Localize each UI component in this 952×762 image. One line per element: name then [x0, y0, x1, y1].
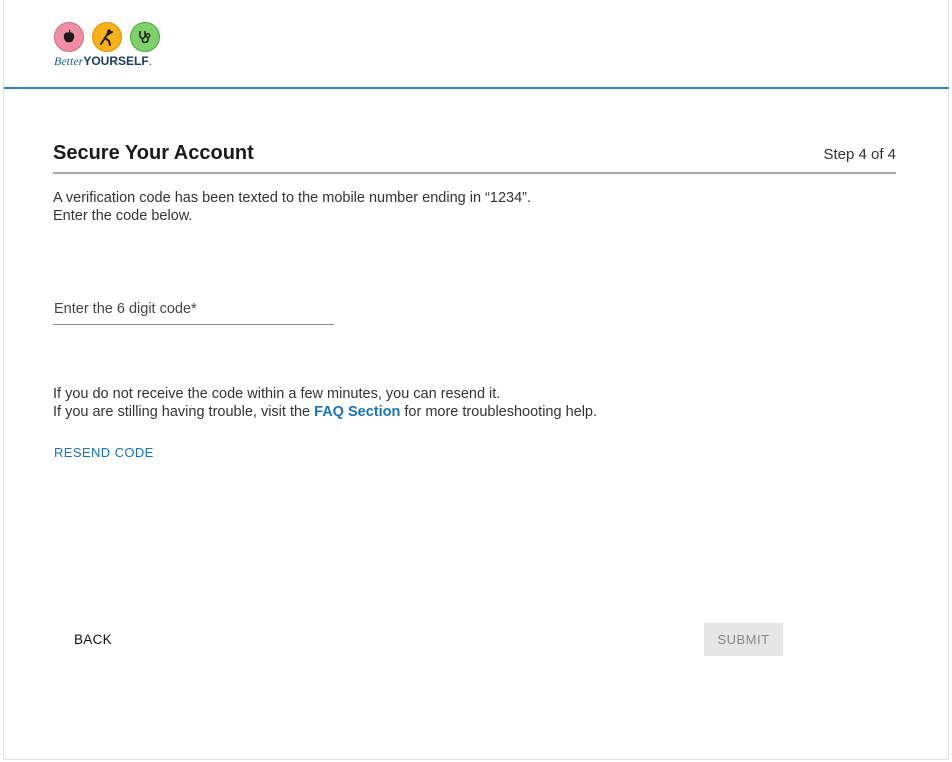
page-frame [3, 0, 949, 760]
verification-code-field [53, 298, 336, 325]
brand-logo-icons [54, 22, 160, 52]
brand-name-yourself: YOURSELF [83, 54, 149, 68]
brand-name-dot: . [148, 54, 153, 68]
submit-button[interactable]: SUBMIT [704, 623, 783, 656]
faq-link[interactable]: FAQ Section [314, 404, 400, 420]
help-text: If you do not receive the code within a … [53, 385, 597, 421]
verification-code-input[interactable] [53, 298, 336, 320]
help-line-2-suffix: for more troubleshooting help. [400, 404, 598, 420]
instructions-line-2: Enter the code below. [53, 208, 193, 224]
page-title: Secure Your Account [53, 142, 254, 164]
help-line-2-prefix: If you are stilling having trouble, visi… [53, 404, 315, 420]
brand-logo-text: BetterYOURSELF. [54, 54, 152, 69]
instructions: A verification code has been texted to t… [53, 189, 531, 225]
step-indicator: Step 4 of 4 [823, 146, 896, 163]
instructions-line-1: A verification code has been texted to t… [53, 190, 531, 206]
brand-name-better: Better [54, 54, 84, 68]
help-line-1: If you do not receive the code within a … [53, 386, 501, 402]
resend-code-button[interactable]: RESEND CODE [54, 445, 154, 460]
help-line-2: If you are stilling having trouble, visi… [53, 403, 597, 421]
stethoscope-icon [130, 22, 160, 52]
title-row: Secure Your Account Step 4 of 4 [53, 142, 896, 174]
header: BetterYOURSELF. [0, 0, 952, 88]
apple-icon [54, 22, 84, 52]
fitness-icon [92, 22, 122, 52]
header-divider [4, 87, 949, 89]
back-button[interactable]: BACK [74, 632, 112, 647]
